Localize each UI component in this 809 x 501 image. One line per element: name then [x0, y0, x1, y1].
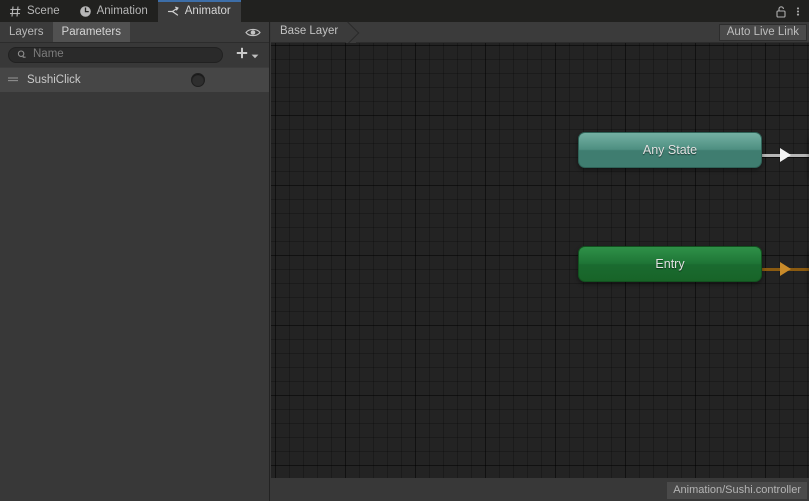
tab-bar-spacer: [241, 0, 775, 22]
animator-node-icon: [167, 5, 180, 18]
state-node-entry[interactable]: Entry: [578, 246, 762, 282]
parameters-panel: Layers Parameters Name SushiClick: [0, 22, 270, 501]
tab-animation-label: Animation: [96, 5, 148, 17]
search-input[interactable]: Name: [8, 47, 223, 63]
panel-tab-layers-label: Layers: [9, 26, 44, 38]
add-parameter-button[interactable]: [229, 46, 263, 65]
list-item[interactable]: SushiClick: [0, 67, 269, 92]
status-bar: Animation/Sushi.controller: [271, 479, 809, 501]
padlock-open-icon[interactable]: [775, 5, 787, 18]
panel-tab-parameters[interactable]: Parameters: [52, 22, 130, 42]
window-tab-bar: Scene Animation Animator: [0, 0, 809, 22]
parameter-control[interactable]: [191, 73, 269, 87]
panel-tab-layers[interactable]: Layers: [0, 22, 53, 42]
state-node-label: Entry: [655, 257, 685, 271]
caret-down-icon: [251, 46, 259, 64]
parameters-list-empty-area: [0, 92, 269, 497]
state-node-label: Any State: [642, 143, 698, 157]
eye-icon[interactable]: [237, 22, 269, 42]
state-node-any-state[interactable]: Any State: [578, 132, 762, 168]
kebab-menu-icon[interactable]: [796, 5, 800, 18]
controller-asset-path: Animation/Sushi.controller: [667, 481, 807, 499]
trigger-radio-icon[interactable]: [191, 73, 205, 87]
plus-icon: [235, 46, 249, 65]
tab-scene[interactable]: Scene: [0, 0, 70, 22]
clock-icon: [79, 5, 92, 18]
breadcrumb: Base Layer Auto Live Link: [271, 21, 809, 43]
breadcrumb-chevron-icon: [346, 21, 357, 43]
breadcrumb-item-base-layer[interactable]: Base Layer: [271, 26, 346, 38]
transition-arrow-icon: [780, 262, 791, 276]
parameter-name[interactable]: SushiClick: [19, 74, 191, 86]
tab-scene-label: Scene: [27, 5, 60, 17]
grid-icon: [9, 5, 22, 18]
state-machine-canvas[interactable]: Any State SushiAnimation Entry New State: [271, 43, 809, 478]
search-icon: [17, 46, 28, 64]
search-placeholder: Name: [33, 48, 64, 61]
animator-window: Scene Animation Animator Layers Paramete…: [0, 0, 809, 501]
transition-arrow-icon: [780, 148, 791, 162]
window-controls: [775, 0, 809, 22]
transition-any-state-to-sushi-animation[interactable]: [762, 148, 809, 162]
transition-entry-to-new-state[interactable]: [762, 262, 809, 276]
auto-live-link-button[interactable]: Auto Live Link: [718, 23, 807, 41]
parameters-toolbar: Layers Parameters: [0, 22, 269, 43]
drag-handle-icon[interactable]: [7, 71, 19, 89]
parameters-search-row: Name: [0, 43, 269, 67]
animator-graph-panel: Base Layer Auto Live Link Any State Sush…: [271, 21, 809, 501]
parameters-toolbar-spacer: [130, 22, 237, 42]
panel-tab-parameters-label: Parameters: [61, 26, 121, 38]
tab-animator-label: Animator: [184, 5, 231, 17]
tab-animator[interactable]: Animator: [157, 0, 241, 22]
tab-animation[interactable]: Animation: [70, 0, 158, 22]
